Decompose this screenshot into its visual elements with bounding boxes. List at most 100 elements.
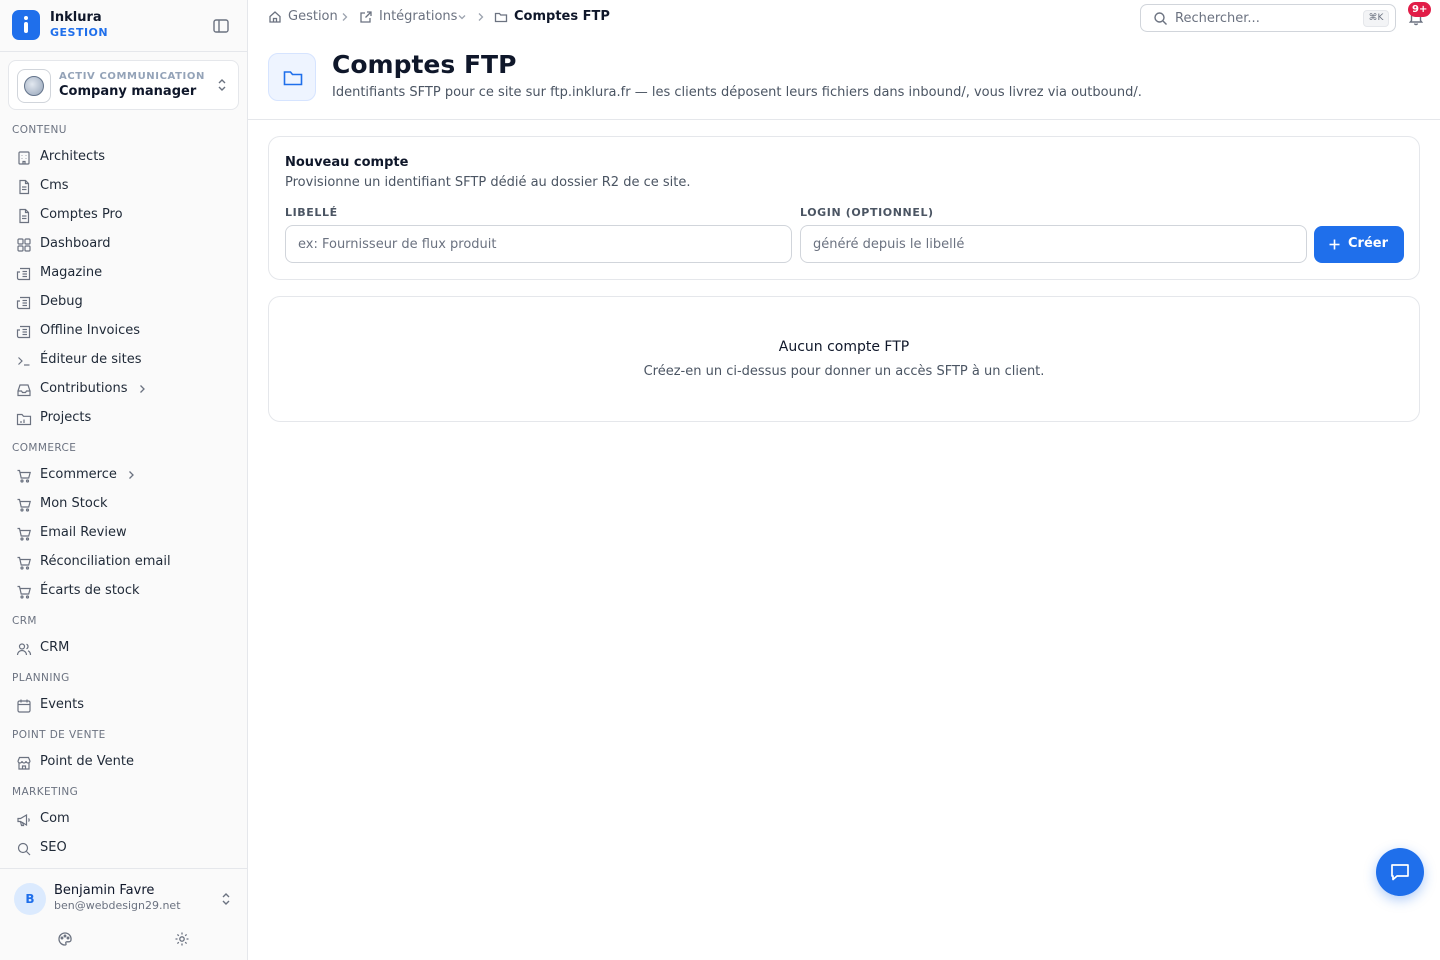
sidebar-item-contributions[interactable]: Contributions xyxy=(8,376,238,403)
cart-icon xyxy=(17,469,31,483)
user-email: ben@webdesign29.net xyxy=(54,899,181,912)
sidebar-item-magazine[interactable]: Magazine xyxy=(8,260,238,287)
org-avatar xyxy=(17,69,51,103)
sidebar-item-label: Offline Invoices xyxy=(40,323,141,338)
sidebar-item-label: Dashboard xyxy=(40,236,111,251)
page-title: Comptes FTP xyxy=(332,50,517,79)
sidebar-item-label: Com xyxy=(40,811,70,826)
folder-icon xyxy=(283,71,303,86)
sidebar-item-point-de-vente[interactable]: Point de Vente xyxy=(8,749,238,776)
sidebar-item-com[interactable]: Com xyxy=(8,806,238,833)
palette-icon[interactable] xyxy=(57,931,73,947)
sidebar-item-ecommerce[interactable]: Ecommerce xyxy=(8,462,238,489)
sidebar-item-label: Cms xyxy=(40,178,69,193)
newspaper-icon xyxy=(16,296,31,310)
chevron-right-icon xyxy=(342,13,348,21)
empty-state-card: Aucun compte FTP Créez-en un ci-dessus p… xyxy=(268,296,1420,422)
newspaper-icon xyxy=(16,267,31,281)
cart-icon xyxy=(17,585,31,599)
page-description: Identifiants SFTP pour ce site sur ftp.i… xyxy=(332,85,1142,100)
chat-button[interactable] xyxy=(1376,848,1424,896)
sidebar-item-label: Projects xyxy=(40,410,92,425)
sidebar: Inklura GESTION ACTIV COMMUNICATION Comp… xyxy=(0,0,248,960)
sidebar-item-dashboard[interactable]: Dashboard xyxy=(8,231,238,258)
gear-icon[interactable] xyxy=(174,931,190,947)
plus-icon xyxy=(1329,239,1340,250)
sidebar-item-debug[interactable]: Debug xyxy=(8,289,238,316)
search-icon xyxy=(17,842,31,856)
folder-icon xyxy=(494,12,508,23)
search-input[interactable] xyxy=(1175,8,1355,28)
building-icon xyxy=(18,151,30,165)
chevron-right-icon xyxy=(129,471,134,479)
sidebar-item-label: Point de Vente xyxy=(40,754,135,769)
sidebar-item-projects[interactable]: Projects xyxy=(8,405,238,432)
sidebar-item-label: Architects xyxy=(40,149,106,164)
create-button[interactable]: Créer xyxy=(1314,226,1404,263)
sidebar-section-title: POINT DE VENTE xyxy=(12,729,106,741)
brand-logo-icon[interactable] xyxy=(12,10,40,40)
sidebar-item-cms[interactable]: Cms xyxy=(8,173,238,200)
org-switcher[interactable]: ACTIV COMMUNICATION Company manager xyxy=(8,60,239,110)
calendar-icon xyxy=(17,699,31,713)
user-panel: B Benjamin Favre ben@webdesign29.net xyxy=(0,868,247,960)
sidebar-item-label: Ecommerce xyxy=(40,467,117,482)
sidebar-item-label: Events xyxy=(40,697,85,712)
card-title: Nouveau compte xyxy=(285,155,409,170)
cart-icon xyxy=(17,527,31,541)
sidebar-item-label: CRM xyxy=(40,640,70,655)
label-input[interactable] xyxy=(285,225,792,263)
empty-state-description: Créez-en un ci-dessus pour donner un acc… xyxy=(643,364,1045,379)
user-menu-chevron-icon[interactable] xyxy=(219,891,233,907)
empty-state-title: Aucun compte FTP xyxy=(778,339,910,355)
login-field-label: LOGIN (OPTIONNEL) xyxy=(800,206,934,219)
search-box[interactable]: ⌘K xyxy=(1140,4,1396,32)
sidebar-section-title: COMMERCE xyxy=(12,442,77,454)
inbox-icon xyxy=(17,384,31,397)
sidebar-item-crm[interactable]: CRM xyxy=(8,635,238,662)
breadcrumb-home[interactable]: Gestion xyxy=(288,9,338,24)
breadcrumb-integrations[interactable]: Intégrations xyxy=(379,9,457,24)
sidebar-item-label: Éditeur de sites xyxy=(40,352,142,367)
file-icon xyxy=(19,179,30,195)
sidebar-item-offline-invoices[interactable]: Offline Invoices xyxy=(8,318,238,345)
terminal-icon xyxy=(18,357,30,366)
store-icon xyxy=(17,756,31,770)
sidebar-item-seo[interactable]: SEO xyxy=(8,835,238,862)
chevrons-up-down-icon xyxy=(218,79,226,91)
sidebar-item-label: Mon Stock xyxy=(40,496,108,511)
user-avatar[interactable]: B xyxy=(14,883,46,915)
sidebar-toggle-icon[interactable] xyxy=(212,17,230,35)
user-name: Benjamin Favre xyxy=(54,883,155,898)
sidebar-item-label: Contributions xyxy=(40,381,128,396)
sidebar-item-events[interactable]: Events xyxy=(8,692,238,719)
chevron-down-icon[interactable] xyxy=(457,12,467,22)
globe-icon xyxy=(24,76,44,96)
notification-badge: 9+ xyxy=(1408,2,1432,17)
sidebar-item-editeur-de-sites[interactable]: Éditeur de sites xyxy=(8,347,238,374)
brand-name: Inklura xyxy=(50,10,102,25)
org-name: Company manager xyxy=(59,84,197,99)
grid-icon xyxy=(17,238,31,252)
login-input[interactable] xyxy=(800,225,1307,263)
sidebar-item-comptes-pro[interactable]: Comptes Pro xyxy=(8,202,238,229)
sidebar-item-mon-stock[interactable]: Mon Stock xyxy=(8,491,238,518)
page-header: Comptes FTP Identifiants SFTP pour ce si… xyxy=(248,34,1440,120)
sidebar-nav: CONTENU Architects Cms Comptes Pro Dashboard… xyxy=(0,118,247,868)
org-label: ACTIV COMMUNICATION xyxy=(59,71,205,82)
brand-header: Inklura GESTION xyxy=(0,0,247,52)
sidebar-item-reconciliation-email[interactable]: Réconciliation email xyxy=(8,549,238,576)
sidebar-item-email-review[interactable]: Email Review xyxy=(8,520,238,547)
sidebar-section-title: MARKETING xyxy=(12,786,79,798)
sidebar-item-architects[interactable]: Architects xyxy=(8,144,238,171)
sidebar-item-ecarts-de-stock[interactable]: Écarts de stock xyxy=(8,578,238,605)
sidebar-item-label: Réconciliation email xyxy=(40,554,171,569)
header-icon xyxy=(268,53,316,101)
sidebar-section-title: CRM xyxy=(12,615,37,627)
search-icon xyxy=(1154,12,1167,25)
label-field-label: LIBELLÉ xyxy=(285,206,338,219)
sidebar-item-label: Écarts de stock xyxy=(40,583,140,598)
topbar: Gestion Intégrations Comptes FTP ⌘K 9+ xyxy=(248,0,1440,34)
users-icon xyxy=(16,643,32,656)
chat-icon xyxy=(1391,864,1409,881)
